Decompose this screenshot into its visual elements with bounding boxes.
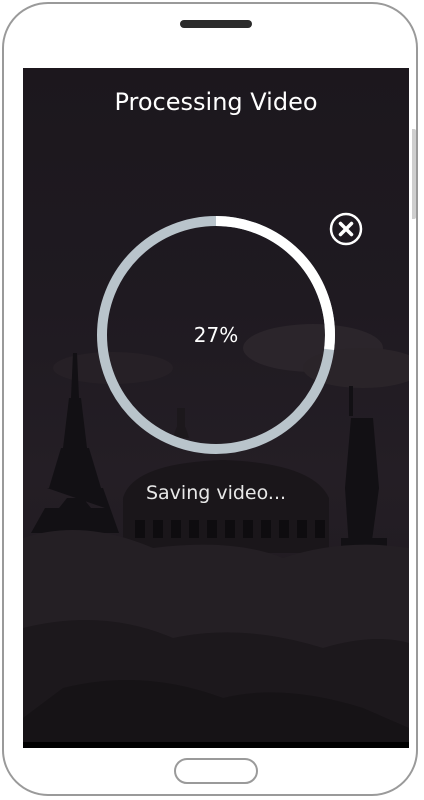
app-screen: Processing Video 27% Saving video... (23, 68, 409, 748)
home-button[interactable] (174, 758, 258, 784)
statue-of-liberty-icon (341, 386, 387, 558)
screen-bottom-bar (23, 742, 409, 748)
page-title: Processing Video (114, 88, 318, 116)
speaker-grille (180, 20, 252, 28)
progress-percentage: 27% (193, 323, 239, 347)
side-button (412, 129, 416, 219)
phone-frame: Processing Video 27% Saving video... (2, 2, 418, 796)
status-message: Saving video... (145, 482, 287, 504)
